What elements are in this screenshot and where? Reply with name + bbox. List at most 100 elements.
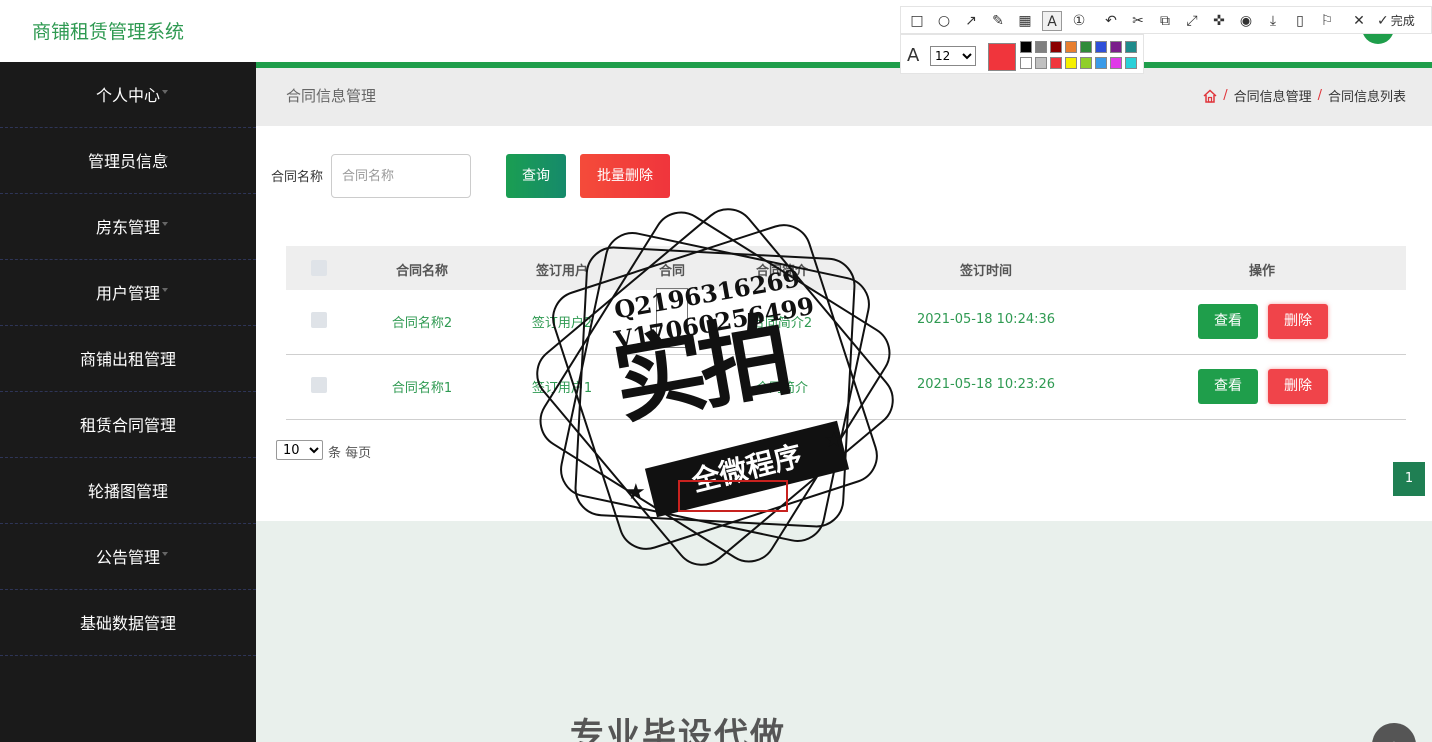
title-bar: 合同信息管理 / 合同信息管理 / 合同信息列表	[256, 68, 1432, 126]
close-icon[interactable]: ✕	[1349, 11, 1369, 31]
color-swatch[interactable]	[1050, 41, 1062, 53]
sidebar-item-label: 管理员信息	[87, 152, 168, 171]
sidebar-item-label: 商铺出租管理	[79, 350, 176, 369]
breadcrumb-separator: /	[1223, 88, 1228, 103]
sidebar-item-lease-contract[interactable]: 租赁合同管理	[0, 392, 256, 458]
color-swatch[interactable]	[1095, 41, 1107, 53]
color-swatch[interactable]	[1125, 57, 1137, 69]
main-content: 合同信息管理 / 合同信息管理 / 合同信息列表 合同名称 查询 批量删除 合同…	[256, 68, 1432, 742]
column-header: 操作	[1248, 264, 1276, 279]
color-swatch[interactable]	[1035, 41, 1047, 53]
arrow-tool-icon[interactable]: ↗	[961, 11, 981, 31]
download-icon[interactable]: ⤓	[1263, 11, 1283, 31]
page-title: 合同信息管理	[286, 87, 377, 105]
color-swatch[interactable]	[1020, 57, 1032, 69]
color-swatch[interactable]	[1065, 57, 1077, 69]
cell-signed-user: 签订用户2	[531, 316, 593, 331]
cut-icon[interactable]: ✂	[1128, 11, 1148, 31]
phone-icon[interactable]: ▯	[1290, 11, 1310, 31]
sidebar-item-notice[interactable]: 公告管理	[0, 524, 256, 590]
cell-signed-user: 签订用户1	[531, 381, 593, 396]
text-style-bar: A 12	[900, 34, 1144, 74]
batch-delete-button[interactable]: 批量删除	[580, 154, 670, 198]
page-number-button[interactable]: 1	[1393, 462, 1425, 496]
color-swatch[interactable]	[1020, 41, 1032, 53]
color-swatch[interactable]	[1095, 57, 1107, 69]
view-button[interactable]: 查看	[1198, 304, 1258, 339]
translate-icon[interactable]: ⧉	[1155, 11, 1175, 31]
column-header: 签订时间	[959, 264, 1013, 279]
chevron-down-icon	[162, 354, 168, 358]
pen-tool-icon[interactable]: ✎	[988, 11, 1008, 31]
color-swatch[interactable]	[1035, 57, 1047, 69]
row-checkbox[interactable]	[311, 312, 327, 328]
cell-contract-intro: 合同简介2	[751, 316, 813, 331]
undo-icon[interactable]: ↶	[1101, 11, 1121, 31]
sidebar-item-label: 租赁合同管理	[79, 416, 176, 435]
current-color-swatch[interactable]	[988, 43, 1016, 71]
done-label: 完成	[1390, 14, 1415, 28]
sidebar-item-carousel[interactable]: 轮播图管理	[0, 458, 256, 524]
row-checkbox[interactable]	[311, 377, 327, 393]
text-tool-icon[interactable]: A	[1042, 11, 1062, 31]
cell-contract-intro: 合同简介	[755, 381, 809, 396]
select-all-checkbox[interactable]	[311, 260, 327, 276]
column-header: 合同名称	[395, 264, 449, 279]
cell-contract-name: 合同名称1	[391, 381, 453, 396]
sidebar-item-landlord[interactable]: 房东管理	[0, 194, 256, 260]
home-icon[interactable]	[1203, 88, 1217, 103]
delete-button[interactable]: 删除	[1268, 369, 1328, 404]
query-button[interactable]: 查询	[506, 154, 566, 198]
list-panel: 合同名称 查询 批量删除 合同名称 签订用户 合同 合同简介 签订时间 操作 合…	[256, 126, 1432, 521]
done-button[interactable]: ✓ 完成	[1377, 11, 1415, 31]
sidebar-item-personal-center[interactable]: 个人中心	[0, 62, 256, 128]
record-icon[interactable]: ◉	[1236, 11, 1256, 31]
sidebar: 个人中心 管理员信息 房东管理 用户管理 商铺出租管理 租赁合同管理 轮播图管理…	[0, 62, 256, 742]
cell-signed-time: 2021-05-18 10:23:26	[916, 377, 1056, 392]
sidebar-item-shop-rental[interactable]: 商铺出租管理	[0, 326, 256, 392]
chevron-down-icon	[162, 90, 168, 94]
font-size-select[interactable]: 12	[930, 46, 976, 66]
mosaic-tool-icon[interactable]: ▦	[1015, 11, 1035, 31]
sidebar-item-label: 轮播图管理	[87, 482, 168, 501]
ellipse-tool-icon[interactable]: ○	[934, 11, 954, 31]
column-header: 合同简介	[755, 264, 809, 279]
color-swatch[interactable]	[1080, 57, 1092, 69]
cell-signed-time: 2021-05-18 10:24:36	[916, 312, 1056, 327]
color-swatch[interactable]	[1065, 41, 1077, 53]
chevron-down-icon	[162, 420, 168, 424]
scroll-top-button[interactable]: ▲	[1372, 723, 1416, 742]
sidebar-item-base-data[interactable]: 基础数据管理	[0, 590, 256, 656]
table-row: 合同名称2 签订用户2 合同简介2 2021-05-18 10:24:36 查看…	[286, 290, 1406, 355]
app-title: 商铺租赁管理系统	[32, 21, 185, 43]
sidebar-item-label: 公告管理	[95, 548, 160, 567]
sidebar-item-users[interactable]: 用户管理	[0, 260, 256, 326]
rectangle-tool-icon[interactable]: □	[907, 11, 927, 31]
search-label: 合同名称	[271, 170, 324, 185]
delete-button[interactable]: 删除	[1268, 304, 1328, 339]
sidebar-item-label: 用户管理	[95, 284, 160, 303]
number-tool-icon[interactable]: ①	[1069, 11, 1089, 31]
chevron-down-icon	[162, 618, 168, 622]
contract-name-input[interactable]	[331, 154, 471, 198]
view-button[interactable]: 查看	[1198, 369, 1258, 404]
table-row: 合同名称1 签订用户1 合同简介 2021-05-18 10:23:26 查看 …	[286, 355, 1406, 420]
breadcrumb-item[interactable]: 合同信息管理	[1234, 86, 1312, 105]
sidebar-item-label: 个人中心	[95, 86, 160, 105]
sidebar-item-admin-info[interactable]: 管理员信息	[0, 128, 256, 194]
pin-icon[interactable]: ✜	[1209, 11, 1229, 31]
color-swatch[interactable]	[1125, 41, 1137, 53]
bookmark-icon[interactable]: ⚐	[1317, 11, 1337, 31]
color-swatch[interactable]	[1110, 57, 1122, 69]
check-icon: ✓	[1377, 13, 1389, 29]
expand-icon[interactable]: ⤢	[1182, 11, 1202, 31]
sidebar-item-label: 房东管理	[95, 218, 160, 237]
color-swatch[interactable]	[1080, 41, 1092, 53]
page-size-suffix: 条 每页	[328, 446, 372, 461]
chevron-down-icon	[162, 486, 168, 490]
color-swatch[interactable]	[1110, 41, 1122, 53]
color-swatch[interactable]	[1050, 57, 1062, 69]
page-size-select[interactable]: 10	[276, 440, 323, 460]
chevron-down-icon	[162, 288, 168, 292]
screenshot-toolbar: □ ○ ↗ ✎ ▦ A ① ↶ ✂ ⧉ ⤢ ✜ ◉ ⤓ ▯ ⚐ ✕ ✓ 完成	[900, 6, 1432, 34]
